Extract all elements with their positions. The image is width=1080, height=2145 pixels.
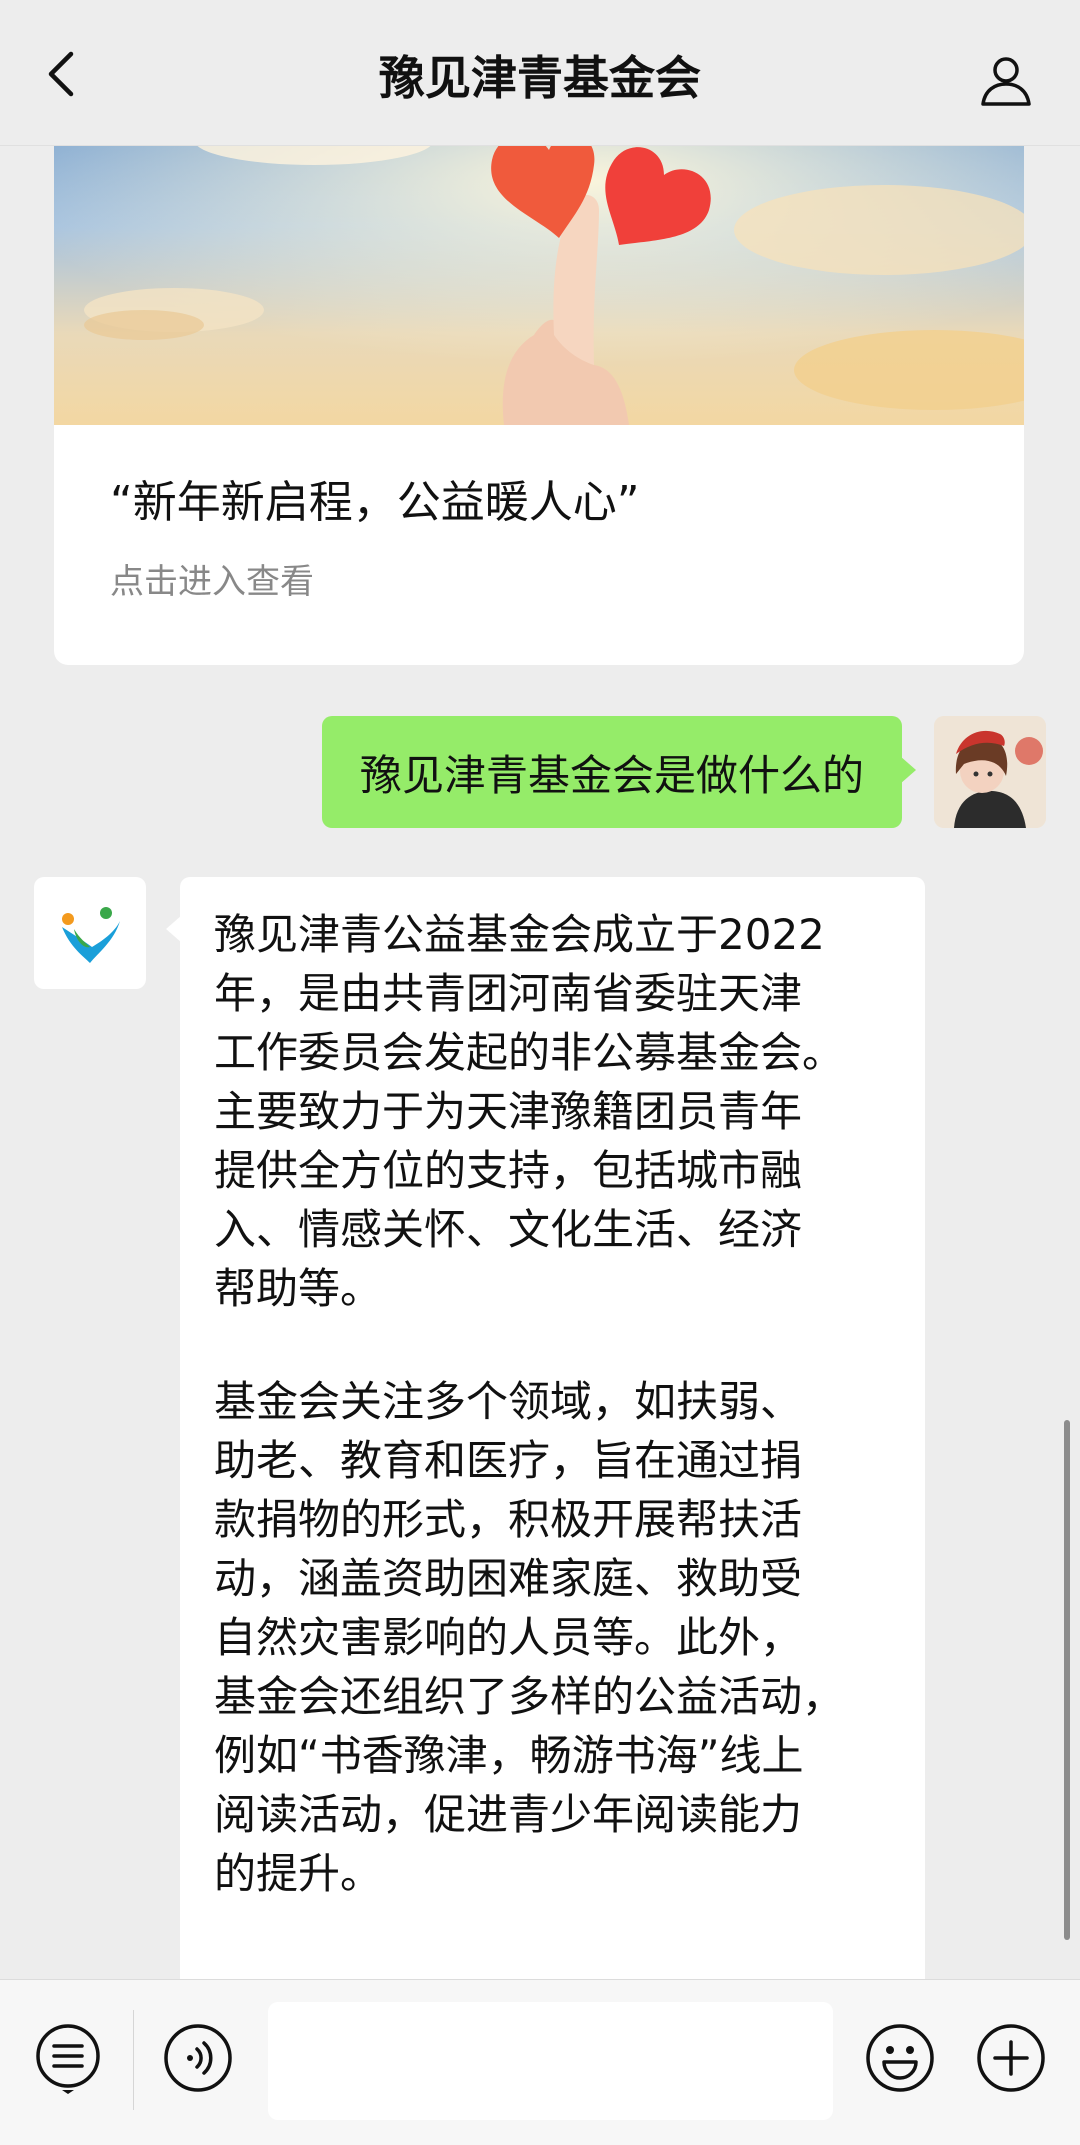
article-title: “新年新启程，公益暖人心” bbox=[110, 477, 640, 528]
article-subtitle: 点击进入查看 bbox=[110, 562, 314, 602]
top-navigation-bar: 豫见津青基金会 bbox=[0, 0, 1080, 146]
menu-button[interactable] bbox=[30, 2020, 106, 2096]
list-menu-icon bbox=[36, 2024, 100, 2094]
page-title: 豫见津青基金会 bbox=[379, 51, 701, 105]
incoming-message-paragraph: 基金会关注多个领域，如扶弱、 助老、教育和医疗，旨在通过捐 款捐物的形式，积极开… bbox=[214, 1377, 845, 1898]
organization-logo-icon bbox=[62, 907, 120, 963]
chat-input-bar bbox=[0, 1979, 1080, 2145]
incoming-message-paragraph: 豫见津青公益基金会成立于2022 年，是由共青团河南省委驻天津 工作委员会发起的… bbox=[214, 910, 845, 1313]
scrollbar[interactable] bbox=[1064, 1420, 1070, 1940]
emoji-button[interactable] bbox=[862, 2020, 938, 2096]
user-avatar[interactable] bbox=[934, 716, 1046, 828]
chevron-left-icon bbox=[48, 51, 74, 97]
user-avatar-image bbox=[934, 716, 1046, 828]
voice-button[interactable] bbox=[160, 2020, 236, 2096]
voice-icon bbox=[164, 2024, 232, 2092]
article-cover-image bbox=[54, 120, 1024, 425]
emoji-icon bbox=[866, 2024, 934, 2092]
message-input[interactable] bbox=[268, 2002, 833, 2120]
outgoing-message-text: 豫见津青基金会是做什么的 bbox=[359, 750, 864, 800]
plus-icon bbox=[977, 2024, 1045, 2092]
profile-button[interactable] bbox=[976, 50, 1036, 110]
outgoing-message-bubble[interactable]: 豫见津青基金会是做什么的 bbox=[321, 716, 917, 828]
more-button[interactable] bbox=[973, 2020, 1049, 2096]
organization-avatar[interactable] bbox=[34, 877, 146, 989]
input-bar-divider bbox=[133, 2010, 134, 2110]
incoming-message-bubble: 豫见津青公益基金会成立于2022 年，是由共青团河南省委驻天津 工作委员会发起的… bbox=[166, 877, 925, 1997]
hearts-in-hand-image bbox=[54, 120, 1024, 425]
back-button[interactable] bbox=[34, 48, 86, 100]
person-icon bbox=[981, 57, 1031, 106]
article-card[interactable]: “新年新启程，公益暖人心” 点击进入查看 bbox=[54, 120, 1024, 665]
